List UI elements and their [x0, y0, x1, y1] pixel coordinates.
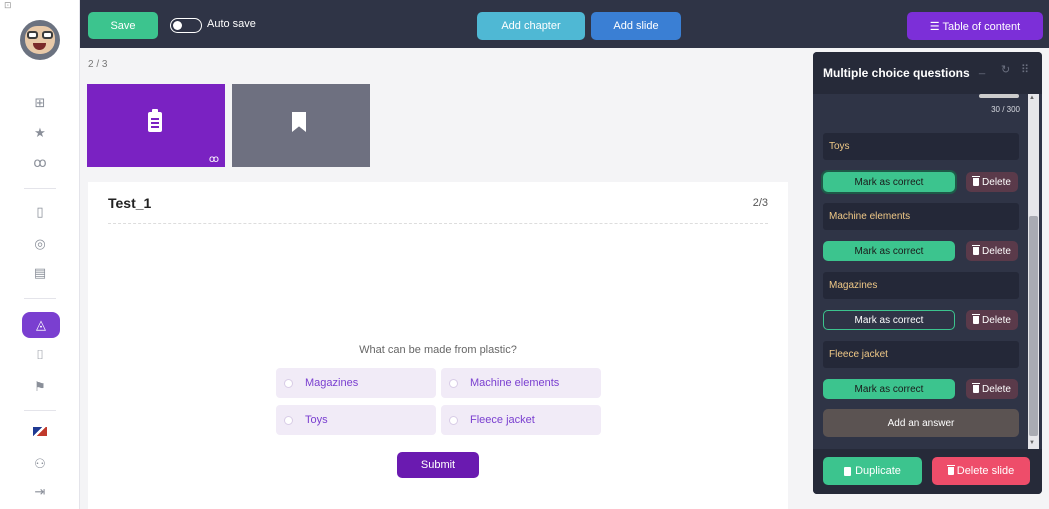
card-title: Test_1	[108, 195, 152, 211]
answer-option[interactable]: Machine elements	[441, 368, 601, 398]
add-chapter-button[interactable]: Add chapter	[477, 12, 585, 40]
panel-header: Multiple choice questions _ ↻ ⠿	[813, 52, 1042, 94]
drag-handle-icon[interactable]: ⠿	[1021, 63, 1029, 76]
delete-slide-button[interactable]: Delete slide	[932, 457, 1030, 485]
binoculars-icon[interactable]: ꝏ	[30, 154, 50, 172]
document-icon[interactable]: ▯	[30, 203, 50, 221]
scroll-up-icon[interactable]: ▲	[1029, 95, 1035, 101]
add-slide-button[interactable]: Add slide	[591, 12, 681, 40]
logo-mouth	[33, 43, 46, 50]
scroll-thumb[interactable]	[1029, 216, 1038, 436]
toggle-knob	[173, 21, 182, 30]
book-icon[interactable]: ▤	[30, 264, 50, 282]
answer-option[interactable]: Fleece jacket	[441, 405, 601, 435]
refresh-icon[interactable]: ↻	[1001, 63, 1010, 76]
autosave-label: Auto save	[207, 18, 256, 30]
answer-label: Fleece jacket	[470, 414, 535, 426]
answer-input[interactable]: Fleece jacket	[823, 341, 1019, 368]
logo-goggle-left	[27, 31, 38, 39]
answer-label: Machine elements	[470, 377, 560, 389]
delete-answer-button[interactable]: Delete	[966, 172, 1018, 192]
answer-label: Toys	[305, 414, 328, 426]
slide-thumbnail-active[interactable]: ꝏ	[87, 84, 225, 167]
add-answer-button[interactable]: Add an answer	[823, 409, 1019, 437]
duplicate-button[interactable]: Duplicate	[823, 457, 922, 485]
mark-correct-button[interactable]: Mark as correct	[823, 172, 955, 192]
clipboard-icon	[148, 109, 162, 132]
autosave-toggle[interactable]	[170, 18, 202, 33]
logout-icon[interactable]: ⇥	[30, 483, 50, 501]
submit-button[interactable]: Submit	[397, 452, 479, 478]
delete-answer-button[interactable]: Delete	[966, 241, 1018, 261]
radio-button[interactable]	[284, 378, 293, 388]
input-field-edge	[979, 94, 1019, 98]
exit-door-icon[interactable]: ⌷	[30, 346, 50, 364]
slide-page-indicator: 2 / 3	[88, 59, 108, 70]
trash-icon	[946, 465, 955, 475]
binoculars-icon: ꝏ	[208, 154, 219, 165]
sidebar-divider	[24, 188, 56, 189]
bookmark-icon	[292, 112, 306, 132]
card-divider	[108, 223, 768, 224]
mark-correct-button[interactable]: Mark as correct	[823, 379, 955, 399]
radio-button[interactable]	[284, 415, 293, 425]
answer-option[interactable]: Toys	[276, 405, 436, 435]
dashboard-icon[interactable]: ⊞	[30, 94, 50, 112]
logo-face	[25, 26, 55, 54]
delete-answer-button[interactable]: Delete	[966, 310, 1018, 330]
char-counter: 30 / 300	[991, 105, 1020, 114]
question-card: Test_1 2/3 What can be made from plastic…	[88, 182, 788, 509]
answer-input[interactable]: Machine elements	[823, 203, 1019, 230]
answer-label: Magazines	[305, 377, 359, 389]
star-icon[interactable]: ★	[30, 124, 50, 142]
delete-answer-button[interactable]: Delete	[966, 379, 1018, 399]
answer-input[interactable]: Toys	[823, 133, 1019, 160]
answer-input[interactable]: Magazines	[823, 272, 1019, 299]
window-corner-icon: ⊡	[4, 0, 12, 10]
trash-icon	[972, 176, 981, 186]
graduation-cap-icon[interactable]: ◬	[22, 312, 60, 338]
answer-option[interactable]: Magazines	[276, 368, 436, 398]
logo-goggle-right	[42, 31, 53, 39]
radio-button[interactable]	[449, 415, 458, 425]
sidebar-divider	[24, 410, 56, 411]
top-toolbar: Save Auto save Add chapter Add slide ☰ T…	[80, 0, 1049, 48]
sidebar: ⊡ ⊞ ★ ꝏ ▯ ◎ ▤ ◬ ⌷ ⚑ ⚇ ⇥	[0, 0, 80, 509]
panel-footer: Duplicate Delete slide	[813, 449, 1042, 494]
question-text: What can be made from plastic?	[359, 344, 517, 356]
scroll-down-icon[interactable]: ▼	[1029, 440, 1035, 446]
table-of-content-button[interactable]: ☰ Table of content	[907, 12, 1043, 40]
lifebuoy-icon[interactable]: ◎	[30, 235, 50, 253]
sidebar-divider	[24, 298, 56, 299]
save-button[interactable]: Save	[88, 12, 158, 39]
user-settings-icon[interactable]: ⚇	[30, 455, 50, 473]
panel-scrollbar[interactable]: ▲ ▼	[1028, 94, 1039, 449]
podium-icon[interactable]: ⚑	[30, 378, 50, 396]
card-counter: 2/3	[752, 197, 768, 209]
trash-icon	[972, 383, 981, 393]
panel-title: Multiple choice questions	[823, 66, 970, 80]
copy-icon	[844, 466, 852, 476]
uk-flag-icon[interactable]	[30, 422, 50, 440]
slide-thumbnail[interactable]	[232, 84, 370, 167]
trash-icon	[972, 314, 981, 324]
mark-correct-button[interactable]: Mark as correct	[823, 241, 955, 261]
radio-button[interactable]	[449, 378, 458, 388]
mark-correct-button[interactable]: Mark as correct	[823, 310, 955, 330]
question-editor-panel: Multiple choice questions _ ↻ ⠿ 30 / 300…	[813, 52, 1042, 494]
app-logo[interactable]	[20, 20, 60, 60]
minimize-icon[interactable]: _	[979, 63, 985, 75]
trash-icon	[972, 245, 981, 255]
